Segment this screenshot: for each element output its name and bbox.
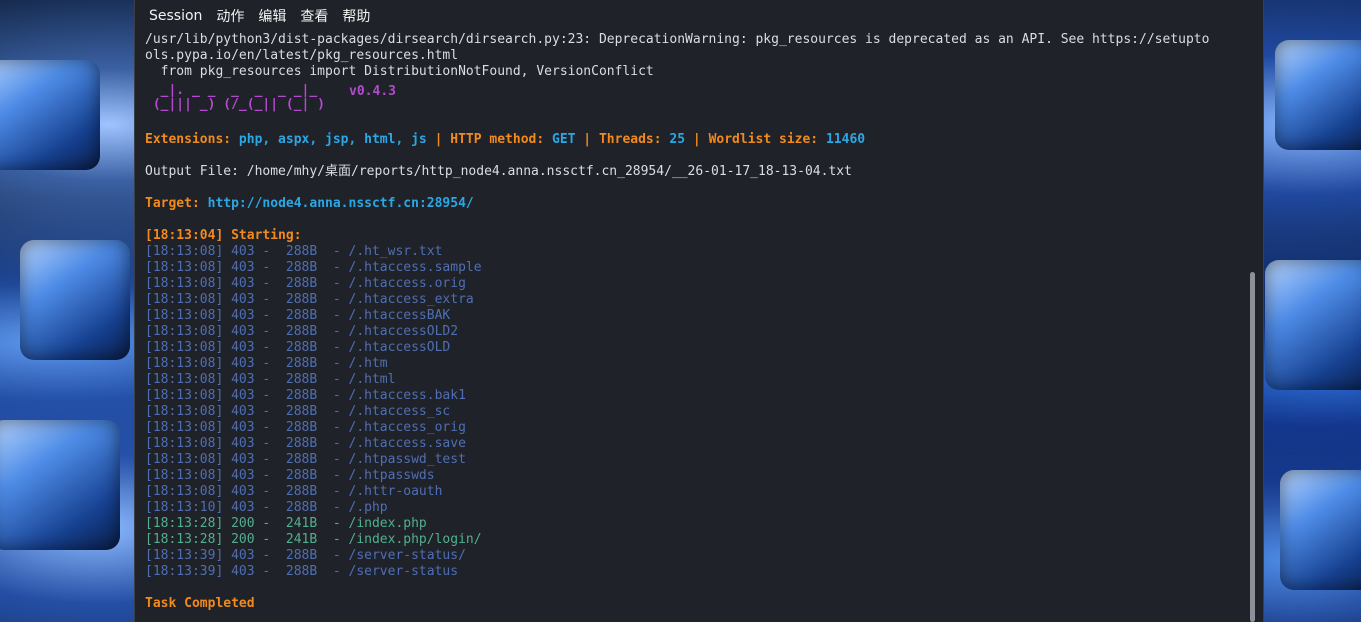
result-row: [18:13:08] 403 - 288B - /.htaccess.bak1 bbox=[145, 388, 466, 403]
wallpaper-cube bbox=[0, 60, 100, 170]
ascii-logo-line: _|. _ _ _ _ _ _|_ bbox=[145, 83, 318, 98]
result-row: [18:13:10] 403 - 288B - /.php bbox=[145, 500, 388, 515]
wordlist-label: Wordlist size: bbox=[708, 132, 826, 147]
menu-help[interactable]: 帮助 bbox=[342, 6, 370, 26]
result-row: [18:13:39] 403 - 288B - /server-status/ bbox=[145, 548, 466, 563]
results-list: [18:13:08] 403 - 288B - /.ht_wsr.txt [18:… bbox=[145, 244, 1263, 580]
wallpaper-cube bbox=[1265, 260, 1361, 390]
result-row: [18:13:08] 403 - 288B - /.htaccessOLD bbox=[145, 340, 451, 355]
dirsearch-logo: _|. _ _ _ _ _ _|_ (_||| _) (/_(_|| (_| )… bbox=[145, 84, 1263, 132]
result-row: [18:13:08] 403 - 288B - /.htaccessOLD2 bbox=[145, 324, 459, 339]
result-row: [18:13:08] 403 - 288B - /.htaccess.save bbox=[145, 436, 466, 451]
menu-view[interactable]: 查看 bbox=[300, 6, 328, 26]
result-row: [18:13:08] 403 - 288B - /.htm bbox=[145, 356, 388, 371]
method-label: HTTP method: bbox=[450, 132, 552, 147]
result-row: [18:13:08] 403 - 288B - /.htaccess.orig bbox=[145, 276, 466, 291]
version-label: v0.4.3 bbox=[349, 84, 396, 99]
threads-value: 25 bbox=[669, 132, 686, 147]
terminal-output[interactable]: /usr/lib/python3/dist-packages/dirsearch… bbox=[135, 32, 1263, 612]
separator: | bbox=[426, 132, 451, 147]
result-row: [18:13:28] 200 - 241B - /index.php/login… bbox=[145, 532, 482, 547]
wallpaper-cube bbox=[20, 240, 130, 360]
starting-line: [18:13:04] Starting: bbox=[145, 228, 302, 243]
ext-label: Extensions: bbox=[145, 132, 239, 147]
target-label: Target: bbox=[145, 196, 208, 211]
warning-line: /usr/lib/python3/dist-packages/dirsearch… bbox=[145, 32, 1210, 47]
result-row: [18:13:28] 200 - 241B - /index.php bbox=[145, 516, 427, 531]
target-url: http://node4.anna.nssctf.cn:28954/ bbox=[207, 196, 474, 211]
method-value: GET bbox=[552, 132, 576, 147]
warning-line: ols.pypa.io/en/latest/pkg_resources.html bbox=[145, 48, 459, 63]
terminal-menubar: Session 动作 编辑 查看 帮助 bbox=[135, 0, 1263, 32]
scrollbar-thumb[interactable] bbox=[1250, 272, 1255, 622]
output-file-line: Output File: /home/mhy/桌面/reports/http_n… bbox=[145, 164, 852, 179]
result-row: [18:13:39] 403 - 288B - /server-status bbox=[145, 564, 459, 579]
menu-session[interactable]: Session bbox=[149, 8, 202, 24]
separator: | bbox=[575, 132, 599, 147]
result-row: [18:13:08] 403 - 288B - /.htaccess_extra bbox=[145, 292, 474, 307]
result-row: [18:13:08] 403 - 288B - /.htaccess_sc bbox=[145, 404, 451, 419]
wallpaper-cube bbox=[1275, 40, 1361, 150]
warning-line: from pkg_resources import DistributionNo… bbox=[145, 64, 654, 79]
config-line: Extensions: php, aspx, jsp, html, js | H… bbox=[145, 132, 1263, 148]
result-row: [18:13:08] 403 - 288B - /.html bbox=[145, 372, 396, 387]
ascii-logo-line: (_||| _) (/_(_|| (_| ) bbox=[145, 97, 326, 112]
result-row: [18:13:08] 403 - 288B - /.htaccess.sampl… bbox=[145, 260, 482, 275]
wallpaper-cube bbox=[1280, 470, 1361, 590]
result-row: [18:13:08] 403 - 288B - /.ht_wsr.txt bbox=[145, 244, 443, 259]
result-row: [18:13:08] 403 - 288B - /.htpasswds bbox=[145, 468, 435, 483]
result-row: [18:13:08] 403 - 288B - /.httr-oauth bbox=[145, 484, 443, 499]
threads-label: Threads: bbox=[598, 132, 670, 147]
wallpaper-cube bbox=[0, 420, 120, 550]
target-line: Target: http://node4.anna.nssctf.cn:2895… bbox=[145, 196, 1263, 212]
terminal-window[interactable]: Session 动作 编辑 查看 帮助 /usr/lib/python3/dis… bbox=[134, 0, 1264, 622]
ext-value: php, aspx, jsp, html, js bbox=[238, 132, 427, 147]
menu-edit[interactable]: 编辑 bbox=[258, 6, 286, 26]
task-completed-line: Task Completed bbox=[145, 596, 255, 611]
separator: | bbox=[685, 132, 709, 147]
result-row: [18:13:08] 403 - 288B - /.htaccessBAK bbox=[145, 308, 451, 323]
menu-actions[interactable]: 动作 bbox=[216, 6, 244, 26]
wordlist-value: 11460 bbox=[825, 132, 866, 147]
result-row: [18:13:08] 403 - 288B - /.htaccess_orig bbox=[145, 420, 466, 435]
ascii-logo: _|. _ _ _ _ _ _|_ (_||| _) (/_(_|| (_| ) bbox=[145, 84, 325, 112]
result-row: [18:13:08] 403 - 288B - /.htpasswd_test bbox=[145, 452, 466, 467]
